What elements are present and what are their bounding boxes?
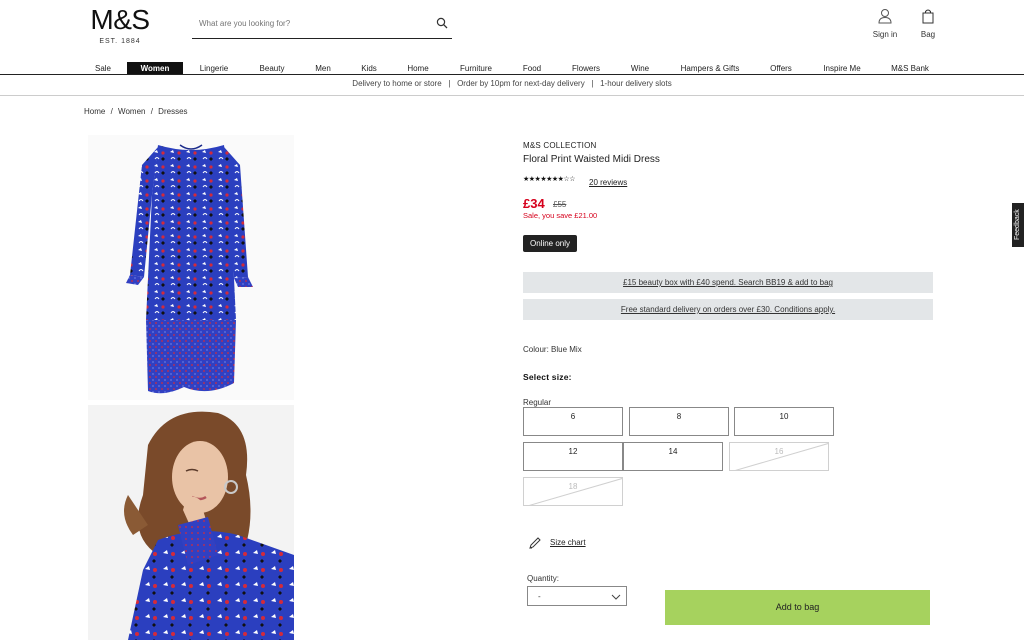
pencil-icon xyxy=(529,537,541,549)
online-only-badge: Online only xyxy=(523,235,578,252)
breadcrumb-home[interactable]: Home xyxy=(84,107,105,116)
size-option-18-unavailable[interactable]: 18 xyxy=(523,477,623,506)
size-chart-link[interactable]: Size chart xyxy=(528,536,586,552)
bag-link[interactable]: Bag xyxy=(913,8,943,39)
dress-image xyxy=(126,144,253,394)
search-icon[interactable] xyxy=(436,17,448,29)
colour-label: Colour: xyxy=(523,345,549,354)
user-icon xyxy=(878,9,892,24)
size-label-16: 16 xyxy=(774,447,784,456)
select-size-heading: Select size: xyxy=(523,372,572,382)
sign-in-label: Sign in xyxy=(872,30,898,39)
saving-text: Sale, you save £21.00 xyxy=(523,211,598,220)
promo-beauty-box[interactable]: £15 beauty box with £40 spend. Search BB… xyxy=(523,272,933,293)
colour-info: Colour: Blue Mix xyxy=(523,345,582,354)
was-price: £55 xyxy=(553,200,567,209)
search-bar xyxy=(192,10,452,39)
size-option-12[interactable]: 12 xyxy=(523,442,623,471)
model-image xyxy=(88,405,294,640)
breadcrumb-separator: / xyxy=(150,107,153,116)
add-to-bag-button[interactable]: Add to bag xyxy=(665,590,930,625)
breadcrumb-dresses[interactable]: Dresses xyxy=(158,107,187,116)
product-image-model[interactable] xyxy=(88,405,294,640)
sign-in-link[interactable]: Sign in xyxy=(866,8,904,39)
star-rating: ★★★★★★★☆☆ xyxy=(523,176,575,183)
quantity-label: Quantity: xyxy=(527,574,560,583)
size-chart-label: Size chart xyxy=(550,538,586,547)
bag-label: Bag xyxy=(920,30,936,39)
chevron-down-icon xyxy=(611,594,621,600)
logo-mark: M&S xyxy=(90,4,150,35)
size-label-18: 18 xyxy=(568,482,578,491)
product-image-main[interactable] xyxy=(88,135,294,400)
product-title: Floral Print Waisted Midi Dress xyxy=(523,154,660,165)
colour-value: Blue Mix xyxy=(551,345,582,354)
size-option-10[interactable]: 10 xyxy=(734,407,834,436)
breadcrumb-women[interactable]: Women xyxy=(118,107,145,116)
breadcrumb-separator: / xyxy=(110,107,113,116)
search-input[interactable] xyxy=(192,10,422,36)
ms-logo[interactable]: M&S EST. 1884 xyxy=(85,4,155,46)
quantity-select[interactable]: - xyxy=(527,586,627,606)
delivery-banner: Delivery to home or store | Order by 10p… xyxy=(0,75,1024,96)
product-brand: M&S COLLECTION xyxy=(523,141,597,150)
fit-label: Regular xyxy=(523,398,552,407)
logo-est: EST. 1884 xyxy=(99,38,141,45)
feedback-tab[interactable]: Feedback xyxy=(1012,203,1024,247)
reviews-link[interactable]: 20 reviews xyxy=(589,178,627,187)
quantity-value: - xyxy=(538,592,541,601)
size-option-8[interactable]: 8 xyxy=(629,407,729,436)
size-option-14[interactable]: 14 xyxy=(623,442,723,471)
promo-free-delivery[interactable]: Free standard delivery on orders over £3… xyxy=(523,299,933,320)
size-option-16-unavailable[interactable]: 16 xyxy=(729,442,829,471)
sale-price: £34 xyxy=(523,196,545,211)
shopping-bag-icon xyxy=(922,9,934,24)
breadcrumb: Home / Women / Dresses xyxy=(84,107,191,116)
size-option-6[interactable]: 6 xyxy=(523,407,623,436)
